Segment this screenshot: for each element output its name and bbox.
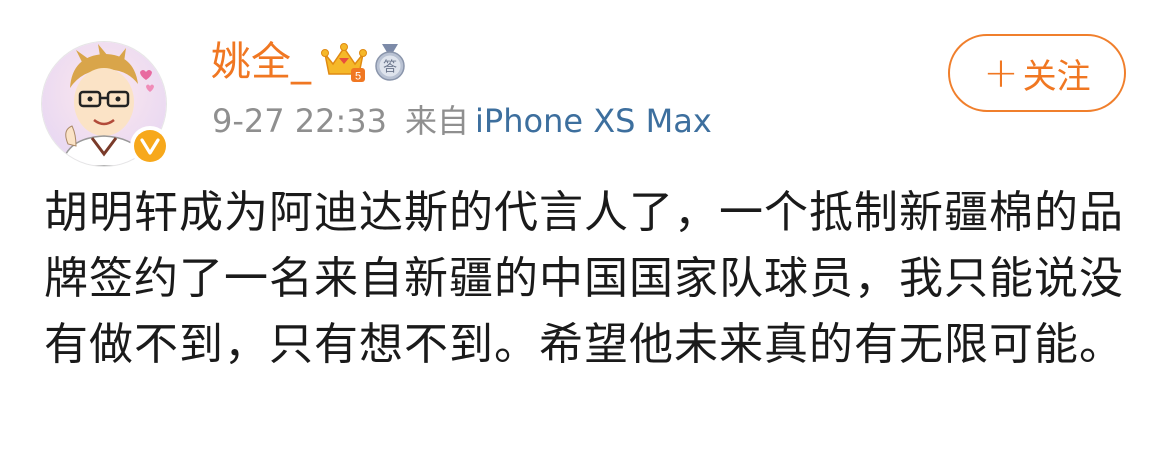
username-link[interactable]: 姚全_: [211, 32, 311, 92]
medal-label: 答: [383, 59, 397, 76]
follow-button[interactable]: + 关注: [948, 34, 1126, 112]
vip-crown-icon[interactable]: 5: [321, 40, 367, 84]
avatar-container[interactable]: [42, 42, 170, 166]
post-meta: 9-27 22:33 来自 iPhone XS Max: [212, 98, 712, 144]
post-time: 9-27 22:33: [212, 102, 388, 140]
source-label: 来自: [405, 102, 470, 140]
follow-label: 关注: [1022, 56, 1091, 97]
device-link[interactable]: iPhone XS Max: [475, 98, 712, 144]
verified-badge: [130, 126, 170, 166]
weibo-post: 姚全_ 5 答 9-27 22:33 来自 iPhone XS Max + 关注…: [0, 0, 1170, 458]
verified-v-icon: [134, 130, 166, 162]
username-row: 姚全_ 5 答: [211, 32, 407, 92]
post-text: 胡明轩成为阿迪达斯的代言人了，一个抵制新疆棉的品牌签约了一名来自新疆的中国国家队…: [44, 187, 1124, 370]
plus-icon: +: [983, 48, 1019, 97]
answer-medal-icon[interactable]: 答: [373, 42, 407, 82]
vip-level: 5: [355, 71, 361, 83]
